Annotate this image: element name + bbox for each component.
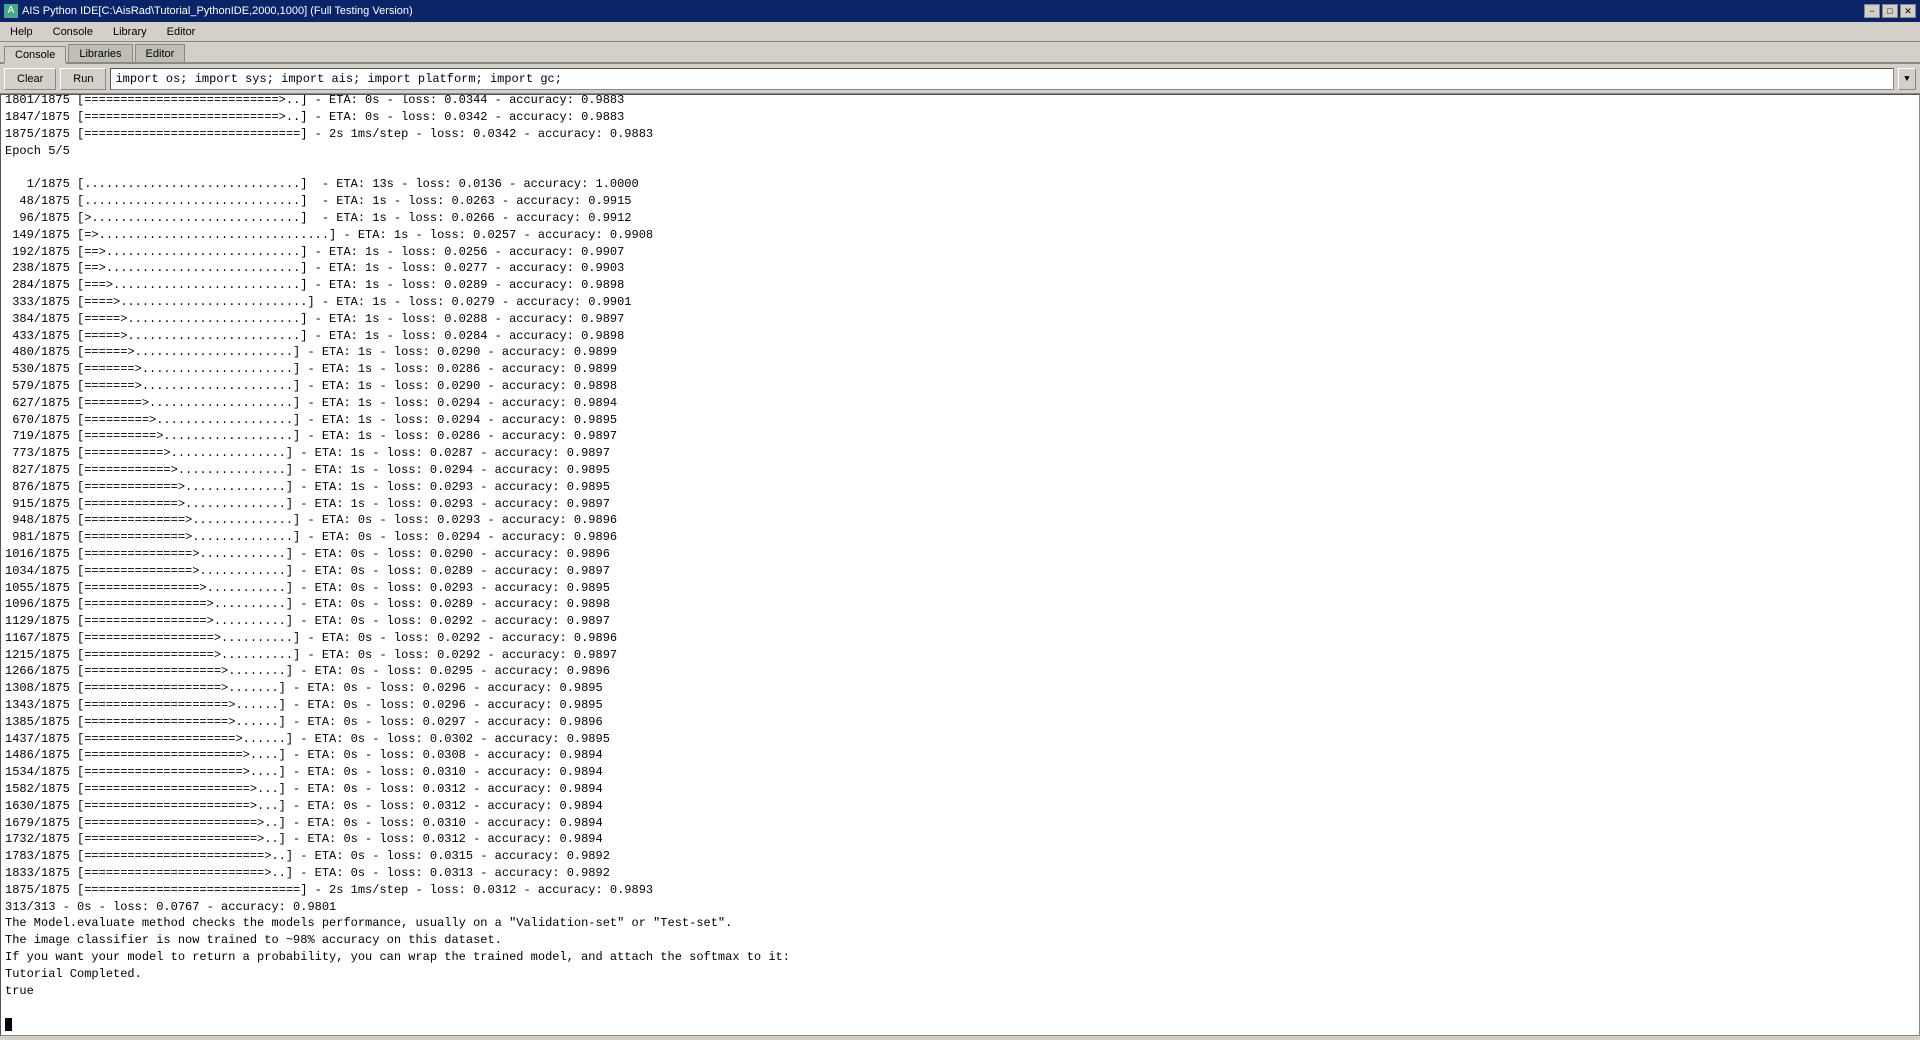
- console-output[interactable]: 1709/1875 [===========================>.…: [0, 94, 1920, 1036]
- title-bar-left: A AIS Python IDE[C:\AisRad\Tutorial_Pyth…: [4, 4, 413, 18]
- app-icon: A: [4, 4, 18, 18]
- run-button[interactable]: Run: [60, 68, 106, 90]
- tab-editor[interactable]: Editor: [135, 44, 186, 62]
- menu-editor[interactable]: Editor: [161, 22, 202, 41]
- command-input[interactable]: [110, 68, 1894, 90]
- title-bar-buttons: − □ ✕: [1864, 4, 1916, 18]
- toolbar: Clear Run ▼: [0, 64, 1920, 94]
- menu-help[interactable]: Help: [4, 22, 39, 41]
- tab-console[interactable]: Console: [4, 46, 66, 64]
- maximize-button[interactable]: □: [1882, 4, 1898, 18]
- title-bar-title: AIS Python IDE[C:\AisRad\Tutorial_Python…: [22, 5, 413, 17]
- tab-bar: Console Libraries Editor: [0, 42, 1920, 64]
- cursor-line: [5, 999, 12, 1033]
- menu-library[interactable]: Library: [107, 22, 153, 41]
- clear-button[interactable]: Clear: [4, 68, 56, 90]
- close-button[interactable]: ✕: [1900, 4, 1916, 18]
- console-text: 1709/1875 [===========================>.…: [5, 94, 790, 998]
- command-dropdown[interactable]: ▼: [1898, 68, 1916, 90]
- menu-bar: Help Console Library Editor: [0, 22, 1920, 42]
- cursor: [5, 1018, 12, 1031]
- title-bar: A AIS Python IDE[C:\AisRad\Tutorial_Pyth…: [0, 0, 1920, 22]
- tab-libraries[interactable]: Libraries: [68, 44, 132, 62]
- minimize-button[interactable]: −: [1864, 4, 1880, 18]
- menu-console[interactable]: Console: [47, 22, 99, 41]
